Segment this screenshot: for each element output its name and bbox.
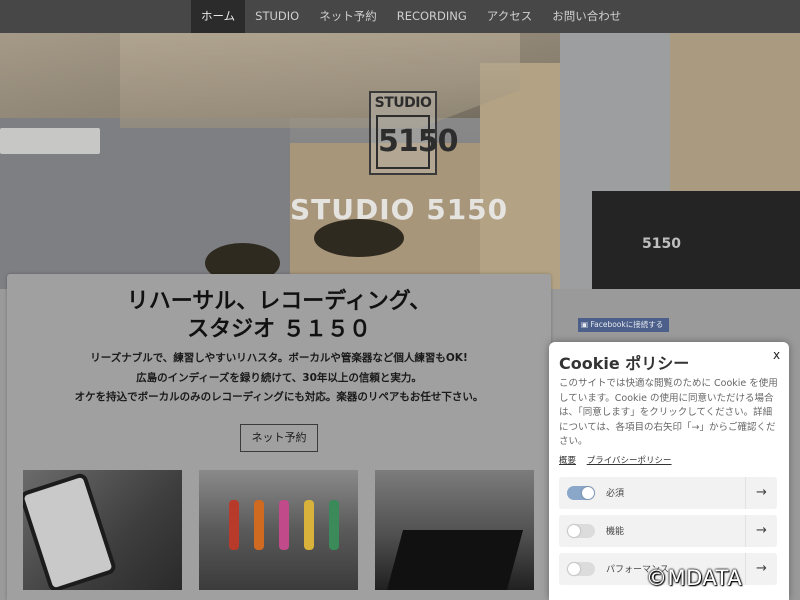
facebook-connect-badge[interactable]: ▣ Facebookに接続する <box>578 318 669 332</box>
hero-title: STUDIO 5150 <box>290 193 509 226</box>
nav-item-access[interactable]: アクセス <box>477 0 542 33</box>
studio-logo: STUDIO 5150 <box>369 91 459 175</box>
hero-banner: 5150 STUDIO 5150 STUDIO 5150 <box>0 33 800 289</box>
guitar-image <box>304 500 314 550</box>
guitar-image <box>279 500 289 550</box>
feature-card-image[interactable] <box>199 470 358 590</box>
page-headline: リハーサル、レコーディング、 スタジオ ５１５０ <box>7 288 551 344</box>
nav-item-contact[interactable]: お問い合わせ <box>542 0 631 33</box>
privacy-policy-link[interactable]: プライバシーポリシー <box>587 456 672 466</box>
cookie-category-label: 機能 <box>606 527 625 537</box>
nav-item-recording[interactable]: RECORDING <box>387 0 477 33</box>
toggle-knob <box>582 487 594 499</box>
guitar-amplifier <box>592 191 800 289</box>
lead-line: リーズナブルで、練習しやすいリハスタ。ボーカルや管楽器など個人練習もOK! <box>90 352 468 364</box>
cookie-toggle-functional[interactable] <box>567 524 595 538</box>
cookie-category-functional: 機能 → <box>559 515 777 547</box>
feature-card-image[interactable] <box>375 470 534 590</box>
arrow-right-icon[interactable]: → <box>745 477 777 509</box>
feature-card-image[interactable] <box>23 470 182 590</box>
music-stand-image <box>386 530 524 590</box>
nav-list: ホーム STUDIO ネット予約 RECORDING アクセス お問い合わせ <box>191 0 631 33</box>
guitar-image <box>229 500 239 550</box>
toggle-knob <box>568 525 580 537</box>
logo-number: 5150 <box>376 115 459 169</box>
guitar-image <box>329 500 339 550</box>
logo-text: STUDIO <box>374 95 432 111</box>
nav-item-net-reservation[interactable]: ネット予約 <box>309 0 387 33</box>
nav-item-home[interactable]: ホーム <box>191 0 246 33</box>
headline-line: リハーサル、レコーディング、 <box>126 289 432 314</box>
arrow-right-icon[interactable]: → <box>745 553 777 585</box>
facebook-label: Facebookに接続する <box>590 320 664 329</box>
top-navigation: ホーム STUDIO ネット予約 RECORDING アクセス お問い合わせ <box>0 0 800 33</box>
cookie-description: このサイトでは快適な閲覧のために Cookie を使用しています。Cookie … <box>559 378 778 447</box>
main-content: リハーサル、レコーディング、 スタジオ ５１５０ リーズナブルで、練習しやすいリ… <box>7 274 551 600</box>
guitar-image <box>254 500 264 550</box>
headline-line: スタジオ ５１５０ <box>187 317 371 342</box>
amp-label: 5150 <box>642 236 681 252</box>
close-icon[interactable]: x <box>773 348 780 362</box>
cookie-toggle-performance[interactable] <box>567 562 595 576</box>
cookie-links: 概要 プライバシーポリシー <box>559 454 680 466</box>
cookie-policy-dialog: Cookie ポリシー x このサイトでは快適な閲覧のために Cookie を使… <box>549 342 789 600</box>
cookie-title: Cookie ポリシー <box>559 354 690 373</box>
cookie-category-required: 必須 → <box>559 477 777 509</box>
cookie-category-label: 必須 <box>606 489 625 499</box>
toggle-knob <box>568 563 580 575</box>
net-reservation-button[interactable]: ネット予約 <box>240 424 318 452</box>
lead-line: オケを持込でボーカルのみのレコーディングにも対応。楽器のリペアもお任せ下さい。 <box>74 391 484 403</box>
cookie-summary-link[interactable]: 概要 <box>559 456 576 466</box>
air-conditioner <box>0 128 100 154</box>
smartphone-image <box>23 471 118 590</box>
nav-item-studio[interactable]: STUDIO <box>245 0 309 33</box>
lead-line: 広島のインディーズを録り続けて、30年以上の信頼と実力。 <box>136 371 422 384</box>
copyright-watermark: ©MDATA <box>646 566 743 590</box>
lead-text: リーズナブルで、練習しやすいリハスタ。ボーカルや管楽器など個人練習もOK! 広島… <box>7 349 551 408</box>
cookie-toggle-required[interactable] <box>567 486 595 500</box>
arrow-right-icon[interactable]: → <box>745 515 777 547</box>
